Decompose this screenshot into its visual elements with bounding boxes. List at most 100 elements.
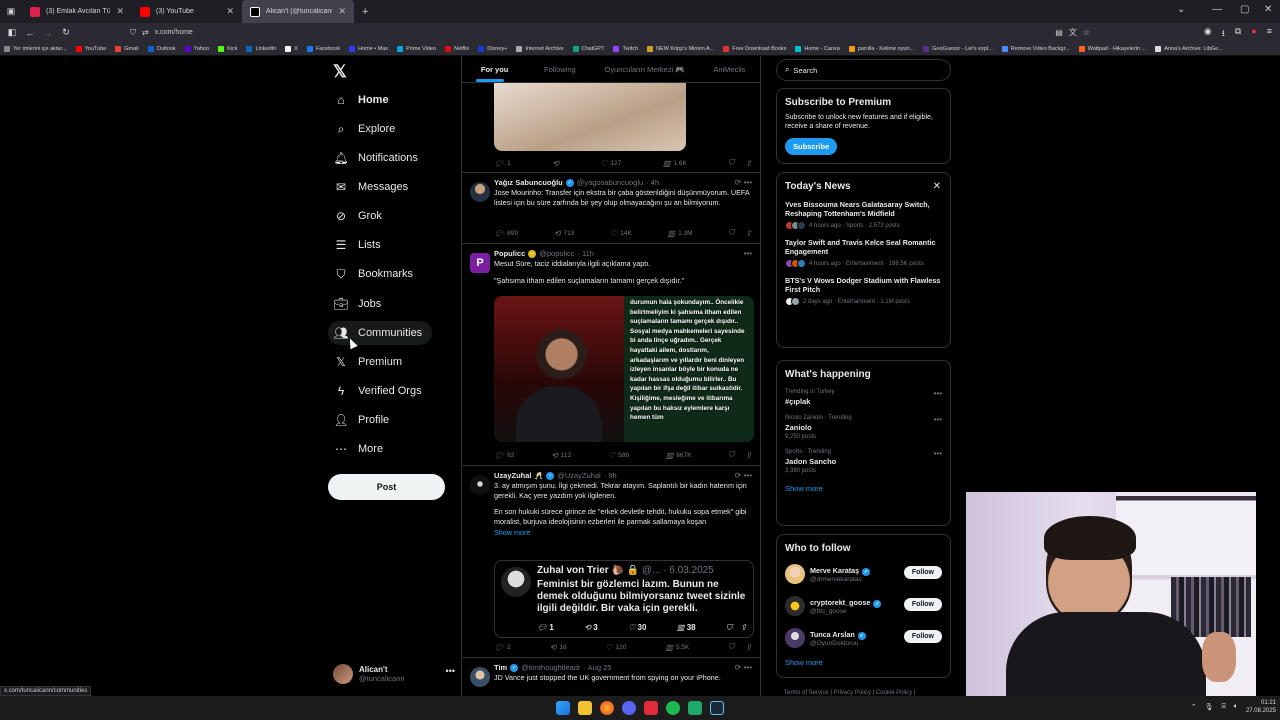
tweet-author-name[interactable]: UzayZuhal <box>494 471 532 480</box>
show-more-link[interactable]: Show more <box>785 658 942 667</box>
tweet-author-handle[interactable]: @timthoughtleadr <box>521 663 580 672</box>
subscribe-button[interactable]: Subscribe <box>785 138 838 155</box>
microphone-icon[interactable]: 🎙︎ <box>1205 703 1214 711</box>
bookmark-button[interactable]: ⛉ ⇪ <box>728 450 752 460</box>
reader-view-icon[interactable]: ▤ <box>1055 28 1063 37</box>
bookmark-item[interactable]: Home - Canva <box>795 45 840 52</box>
bookmark-button[interactable]: ⛉ ⇪ <box>726 623 747 633</box>
nav-item-explore[interactable]: ⌕ Explore <box>328 117 448 141</box>
app-green-icon[interactable] <box>688 701 702 715</box>
nav-item-jobs[interactable]: 💼︎ Jobs <box>328 292 448 316</box>
reply-button[interactable]: 💬︎ 1 <box>537 623 554 633</box>
more-dots-icon[interactable]: ••• <box>934 415 942 424</box>
tweet-time[interactable]: · Aug 25 <box>584 663 612 672</box>
like-button[interactable]: ♡ 30 <box>628 623 646 633</box>
nav-item-premium[interactable]: 𝕏 Premium <box>328 350 448 374</box>
views-button[interactable]: ▥ 38 <box>677 623 696 633</box>
views-button[interactable]: ▥ 1.3M <box>668 228 693 238</box>
tweet-time[interactable]: · 11h <box>577 249 594 258</box>
post-button[interactable]: Post <box>328 474 445 500</box>
bookmark-item[interactable]: Wattpad - Hikayelerin ... <box>1078 45 1146 52</box>
reply-button[interactable]: 💬︎ 2 <box>494 642 511 652</box>
search-input[interactable]: ⌕ Search <box>776 59 951 81</box>
tweet-author-handle[interactable]: @populicc <box>539 249 574 258</box>
spotify-icon[interactable] <box>666 701 680 715</box>
more-dots-icon[interactable]: ••• <box>744 249 752 258</box>
retweet-button[interactable]: ⟲ 16 <box>550 642 567 652</box>
volume-icon[interactable]: 🔈︎ <box>1234 703 1238 711</box>
news-item[interactable]: Yves Bissouma Nears Galatasaray Switch, … <box>785 200 942 230</box>
avatar[interactable] <box>470 475 490 495</box>
show-more-link[interactable]: Show more <box>494 528 752 537</box>
nav-item-lists[interactable]: ☰ Lists <box>328 233 448 257</box>
nav-item-communities[interactable]: 👥︎ Communities <box>328 321 432 345</box>
new-tab-button[interactable]: + <box>362 6 368 18</box>
maximize-icon[interactable]: ▢ <box>1240 4 1249 15</box>
bookmark-button[interactable]: ⛉ ⇪ <box>728 642 752 652</box>
close-window-icon[interactable]: ✕ <box>1264 4 1272 15</box>
bookmark-item[interactable]: GeoGuessr - Let's expl... <box>923 45 993 52</box>
bookmark-item[interactable]: Free Download Books <box>723 45 786 52</box>
taskbar-clock[interactable]: 01:21 27.08.2025 <box>1246 699 1276 715</box>
follow-suggestion[interactable]: cryptorekt_goose ✓ @btc_goose Follow <box>785 594 942 618</box>
bookmark-item[interactable]: YouTube <box>75 45 106 52</box>
follow-button[interactable]: Follow <box>903 566 942 579</box>
tab-close-icon[interactable]: ✕ <box>338 6 346 17</box>
tweet-article[interactable]: Yağız Sabuncuoğlu ✓ @yagosabuncuoglu · 4… <box>462 173 760 244</box>
bookmark-item[interactable]: Anna's Archive: LibGe... <box>1155 45 1223 52</box>
tweet-author-name[interactable]: Yağız Sabuncuoğlu <box>494 178 563 187</box>
trend-item[interactable]: Nicolo Zaniolo · Trending Zaniolo 9,250 po… <box>785 415 942 440</box>
follow-button[interactable]: Follow <box>903 598 942 611</box>
bookmark-item[interactable]: Remove Video Backgr... <box>1001 45 1070 52</box>
share-icon[interactable]: ⇪ <box>745 229 752 238</box>
avatar[interactable] <box>470 182 490 202</box>
bookmark-button[interactable]: ⛉ ⇪ <box>728 158 752 168</box>
like-button[interactable]: ♡ 586 <box>608 450 629 460</box>
more-dots-icon[interactable]: ••• <box>446 666 455 676</box>
tab-close-icon[interactable]: ✕ <box>226 6 234 17</box>
follow-suggestion[interactable]: Merve Karataş ✓ @drmervekaratas Follow <box>785 562 942 586</box>
firefox-icon[interactable] <box>600 701 614 715</box>
like-button[interactable]: ♡ 127 <box>600 158 621 168</box>
nav-item-notifications[interactable]: 🔔︎ Notifications <box>328 146 448 170</box>
news-item[interactable]: Taylor Swift and Travis Kelce Seal Roman… <box>785 238 942 268</box>
translate-icon[interactable]: 文 <box>1069 27 1077 38</box>
close-icon[interactable]: ✕ <box>933 181 941 192</box>
views-button[interactable]: ▥ 667K <box>666 450 692 460</box>
bookmark-item[interactable]: Netflix <box>445 45 469 52</box>
retweet-button[interactable]: ⟲ 713 <box>554 228 575 238</box>
like-button[interactable]: ♡ 120 <box>606 642 627 652</box>
quoted-tweet[interactable]: Zuhal von Trier 🐌 🔒 @... · 6.03.2025 Fem… <box>494 560 754 638</box>
menu-hamburger-icon[interactable]: ≡ <box>1267 26 1272 42</box>
avatar[interactable] <box>785 628 805 648</box>
nav-item-messages[interactable]: ✉ Messages <box>328 175 448 199</box>
reply-button[interactable]: 💬︎ 62 <box>494 450 514 460</box>
bookmark-item[interactable]: Prime Video <box>397 45 436 52</box>
minimize-icon[interactable]: — <box>1212 4 1222 15</box>
more-dots-icon[interactable]: ⟳ ••• <box>735 663 752 672</box>
forward-arrow-icon[interactable]: → <box>39 28 57 38</box>
tweet-author-handle[interactable]: @yagosabuncuoglu <box>577 178 643 187</box>
bookmark-star-icon[interactable]: ☆ <box>1083 28 1090 37</box>
tab-for-you[interactable]: For you <box>462 56 527 82</box>
page-info-icon[interactable]: ⇄ <box>142 28 149 37</box>
tweet-image[interactable] <box>494 83 686 151</box>
reply-button[interactable]: 💬︎ 899 <box>494 228 518 238</box>
bookmark-item[interactable]: Gmail <box>115 45 139 52</box>
tweet-author-name[interactable]: Populicc <box>494 249 525 258</box>
tweet-article[interactable]: P Populicc ✓ @populicc · 11h ••• Mesut S… <box>462 244 760 466</box>
retweet-button[interactable]: ⟲ 3 <box>584 623 597 633</box>
bookmark-item[interactable]: Disney+ <box>478 45 507 52</box>
avatar[interactable] <box>785 564 805 584</box>
bookmark-button[interactable]: ⛉ ⇪ <box>728 228 752 238</box>
share-icon[interactable]: ⇪ <box>745 451 752 460</box>
downloads-icon[interactable]: ⭳ <box>1222 26 1225 42</box>
bookmark-item[interactable]: parolla - Kelime oyun... <box>848 45 914 52</box>
tweet-image[interactable]: durumun hala şokundayım.. Öncelikle beli… <box>494 296 754 442</box>
x-logo-icon[interactable]: 𝕏 <box>333 62 347 82</box>
app-red-icon[interactable] <box>644 701 658 715</box>
sidebar-toggle-icon[interactable]: ◧ <box>3 27 21 38</box>
views-button[interactable]: ▥ 5.5K <box>665 642 689 652</box>
tab-following[interactable]: Following <box>527 56 592 82</box>
tab-animeclis[interactable]: AniMeclis <box>697 56 760 82</box>
